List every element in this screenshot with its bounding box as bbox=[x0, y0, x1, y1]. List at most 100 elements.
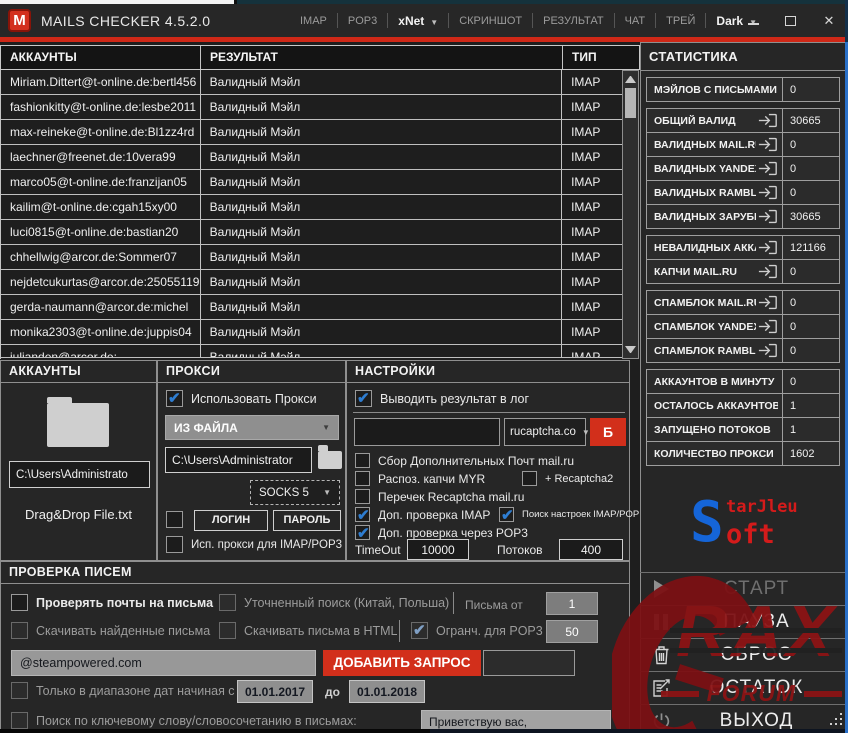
pop3-limit-checkbox[interactable] bbox=[411, 621, 428, 639]
result-cell: Валидный Мэйл bbox=[201, 120, 563, 144]
export-arrow-icon[interactable] bbox=[758, 319, 778, 334]
scrollbar-thumb[interactable] bbox=[625, 88, 636, 118]
dragdrop-hint: Drag&Drop File.txt bbox=[25, 507, 132, 522]
table-row[interactable]: laechner@freenet.de:10vera99 Валидный Мэй… bbox=[1, 145, 622, 170]
export-arrow-icon[interactable] bbox=[758, 185, 778, 200]
pop3-extra-checkbox[interactable] bbox=[355, 524, 370, 542]
myr-checkbox[interactable] bbox=[355, 471, 370, 486]
minimize-button[interactable] bbox=[748, 17, 759, 25]
collect-mailru-checkbox[interactable] bbox=[355, 453, 370, 468]
table-scrollbar[interactable] bbox=[622, 70, 639, 359]
threads-input[interactable] bbox=[559, 539, 623, 560]
power-icon bbox=[640, 712, 682, 731]
export-arrow-icon[interactable] bbox=[758, 264, 778, 279]
accounts-path-input[interactable] bbox=[9, 461, 150, 488]
stat-label: СПАМБЛОК MAIL.RU bbox=[646, 290, 783, 315]
close-button[interactable]: ✕ bbox=[822, 13, 836, 29]
stat-row: МЭЙЛОВ С ПИСЬМАМИ 0 bbox=[646, 77, 840, 102]
check-mails-checkbox[interactable] bbox=[11, 594, 28, 611]
recaptcha2-checkbox[interactable] bbox=[522, 471, 537, 486]
menu-chat[interactable]: ЧАТ bbox=[615, 15, 656, 27]
date-from-input[interactable] bbox=[237, 680, 313, 703]
balance-button[interactable]: Б bbox=[590, 418, 626, 446]
stat-value: 1 bbox=[783, 393, 840, 418]
export-arrow-icon[interactable] bbox=[758, 161, 778, 176]
date-to-input[interactable] bbox=[349, 680, 425, 703]
login-button[interactable]: ЛОГИН bbox=[194, 510, 268, 531]
result-cell: Валидный Мэйл bbox=[201, 195, 563, 219]
table-row[interactable]: Miriam.Dittert@t-online.de:bertl456 Валид… bbox=[1, 70, 622, 95]
result-cell: Валидный Мэйл bbox=[201, 145, 563, 169]
rest-button[interactable]: ОСТАТОК bbox=[640, 671, 845, 704]
reset-button[interactable]: СБРОС bbox=[640, 638, 845, 671]
table-row[interactable]: kailim@t-online.de:cgah15xy00 Валидный Мэ… bbox=[1, 195, 622, 220]
table-row[interactable]: luci0815@t-online.de:bastian20 Валидный М… bbox=[1, 220, 622, 245]
mails-checker-window: M MAILS CHECKER 4.5.2.0 IMAP POP3 xNet ▼ … bbox=[0, 0, 848, 733]
download-html-checkbox[interactable] bbox=[219, 622, 236, 639]
scroll-up-icon[interactable] bbox=[625, 76, 636, 83]
pause-button[interactable]: ПАУЗА bbox=[640, 605, 845, 638]
export-arrow-icon[interactable] bbox=[758, 295, 778, 310]
start-button[interactable]: СТАРТ bbox=[640, 572, 845, 605]
maximize-button[interactable] bbox=[785, 15, 796, 26]
export-arrow-icon[interactable] bbox=[758, 209, 778, 224]
timeout-input[interactable] bbox=[407, 539, 469, 560]
letters-from-input[interactable] bbox=[546, 592, 598, 615]
statistics-title: СТАТИСТИКА bbox=[641, 43, 845, 71]
table-row[interactable]: nejdetcukurtas@arcor.de:250551199 Валидны… bbox=[1, 270, 622, 295]
query-input[interactable] bbox=[11, 650, 316, 676]
table-row[interactable]: chhellwig@arcor.de:Sommer07 Валидный Мэйл… bbox=[1, 245, 622, 270]
captcha-service-select[interactable]: rucaptcha.co ▼ bbox=[504, 418, 590, 446]
column-header-accounts[interactable]: АККАУНТЫ bbox=[1, 46, 201, 69]
myr-label: Распоз. капчи MYR bbox=[378, 471, 486, 486]
proxy-source-select[interactable]: ИЗ ФАЙЛА ▼ bbox=[165, 415, 339, 440]
imap-settings-checkbox[interactable] bbox=[499, 506, 514, 524]
proxy-panel-title: ПРОКСИ bbox=[158, 361, 345, 383]
export-arrow-icon[interactable] bbox=[758, 137, 778, 152]
stat-row: ЗАПУЩЕНО ПОТОКОВ 1 bbox=[646, 417, 840, 442]
table-row[interactable]: max-reineke@t-online.de:Bl1zz4rd Валидный… bbox=[1, 120, 622, 145]
table-row[interactable]: gerda-naumann@arcor.de:michel Валидный Мэ… bbox=[1, 295, 622, 320]
result-cell: Валидный Мэйл bbox=[201, 95, 563, 119]
refined-search-checkbox[interactable] bbox=[219, 594, 236, 611]
menu-screenshot[interactable]: СКРИНШОТ bbox=[449, 15, 532, 27]
menu-xnet[interactable]: xNet ▼ bbox=[388, 14, 448, 28]
scroll-down-icon[interactable] bbox=[625, 346, 636, 353]
use-proxy-checkbox[interactable] bbox=[166, 389, 183, 407]
perechek-checkbox[interactable] bbox=[355, 489, 370, 504]
menu-tray[interactable]: ТРЕЙ bbox=[656, 15, 705, 27]
result-cell: Валидный Мэйл bbox=[201, 220, 563, 244]
proxy-folder-icon[interactable] bbox=[318, 445, 342, 469]
export-arrow-icon[interactable] bbox=[758, 343, 778, 358]
export-arrow-icon[interactable] bbox=[758, 240, 778, 255]
export-arrow-icon[interactable] bbox=[758, 113, 778, 128]
menu-imap[interactable]: IMAP bbox=[290, 15, 337, 27]
proxy-imap-pop3-checkbox[interactable] bbox=[166, 536, 183, 553]
menu-result[interactable]: РЕЗУЛЬТАТ bbox=[533, 15, 613, 27]
table-row[interactable]: fashionkitty@t-online.de:lesbe2011 Валидн… bbox=[1, 95, 622, 120]
window-controls: ✕ bbox=[748, 4, 836, 37]
resize-grip[interactable] bbox=[828, 711, 842, 725]
folder-icon[interactable] bbox=[47, 397, 109, 447]
password-button[interactable]: ПАРОЛЬ bbox=[273, 510, 341, 531]
proxy-auth-checkbox[interactable] bbox=[166, 511, 183, 528]
table-row-partial[interactable]: julianden@arcor.de:... Валидный Мэйл IMAP bbox=[1, 345, 622, 358]
proxy-path-input[interactable] bbox=[165, 447, 312, 473]
keyword-checkbox[interactable] bbox=[11, 712, 28, 729]
proxy-type-select[interactable]: SOCKS 5 ▼ bbox=[250, 480, 340, 505]
column-header-type[interactable]: ТИП bbox=[563, 46, 623, 69]
pop3-limit-input[interactable] bbox=[546, 620, 598, 643]
column-header-result[interactable]: РЕЗУЛЬТАТ bbox=[201, 46, 563, 69]
menu-pop3[interactable]: POP3 bbox=[338, 15, 387, 27]
log-checkbox[interactable] bbox=[355, 389, 372, 407]
stat-value: 0 bbox=[783, 290, 840, 315]
stat-value: 0 bbox=[783, 156, 840, 181]
imap-extra-checkbox[interactable] bbox=[355, 506, 370, 524]
imap-extra-label: Доп. проверка IMAP bbox=[378, 507, 491, 522]
date-range-checkbox[interactable] bbox=[11, 682, 28, 699]
table-row[interactable]: monika2303@t-online.de:juppis04 Валидный … bbox=[1, 320, 622, 345]
captcha-key-input[interactable] bbox=[354, 418, 500, 446]
download-found-checkbox[interactable] bbox=[11, 622, 28, 639]
add-query-button[interactable]: ДОБАВИТЬ ЗАПРОС bbox=[323, 650, 481, 676]
table-row[interactable]: marco05@t-online.de:franzijan05 Валидный … bbox=[1, 170, 622, 195]
